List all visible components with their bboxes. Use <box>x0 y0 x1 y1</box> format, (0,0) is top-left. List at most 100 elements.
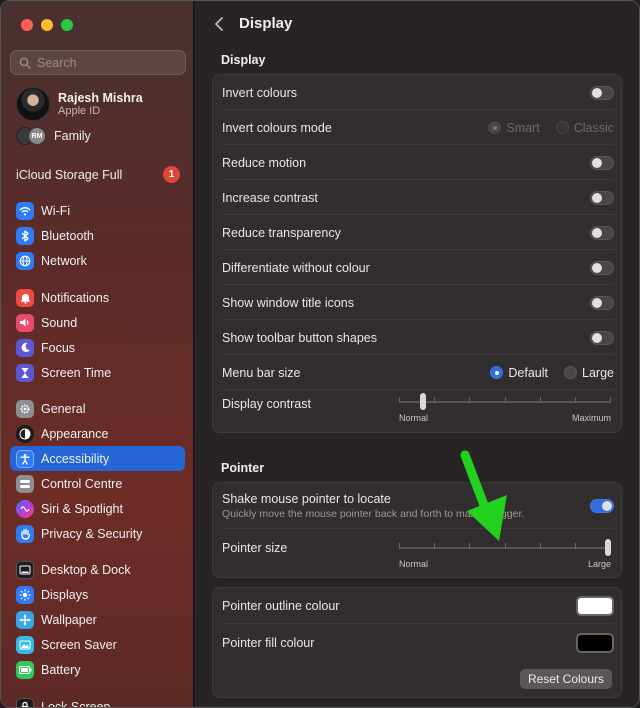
minimize-window-button[interactable] <box>41 19 53 31</box>
row-label: Show toolbar button shapes <box>222 330 377 345</box>
differentiate-without-colour-toggle[interactable] <box>590 260 614 275</box>
radio-indicator <box>490 366 504 379</box>
sidebar-item-displays[interactable]: Displays <box>10 582 185 607</box>
settings-window: Rajesh Mishra Apple ID RM Family iCloud … <box>0 0 640 708</box>
row-label: Display contrast <box>222 397 311 411</box>
sidebar-item-label: Privacy & Security <box>41 526 143 541</box>
toolbar: Display <box>213 15 292 32</box>
show-toolbar-button-shapes-row: Show toolbar button shapes <box>213 320 623 355</box>
avatar <box>16 87 50 121</box>
sidebar-item-focus[interactable]: Focus <box>10 335 185 360</box>
sidebar-item-label: Battery <box>41 662 81 677</box>
apple-id-profile[interactable]: Rajesh Mishra Apple ID <box>16 87 143 121</box>
slider-tick <box>469 397 470 403</box>
close-window-button[interactable] <box>21 19 33 31</box>
slider-thumb[interactable] <box>420 393 426 410</box>
sidebar-item-label: Displays <box>41 587 89 602</box>
outline-colour-well[interactable] <box>576 596 614 616</box>
sidebar-item-network[interactable]: Network <box>10 248 185 273</box>
row-label: Differentiate without colour <box>222 260 370 275</box>
radio-label: Large <box>582 365 614 380</box>
moon-icon <box>16 338 34 357</box>
sidebar-item-bluetooth[interactable]: Bluetooth <box>10 223 185 248</box>
reduce-motion-toggle[interactable] <box>590 155 614 170</box>
radio-default[interactable]: Default <box>490 366 548 380</box>
reduce-motion-row: Reduce motion <box>213 145 623 180</box>
invert-colours-toggle[interactable] <box>590 85 614 100</box>
reset-colours-button[interactable]: Reset Colours <box>519 669 612 689</box>
sidebar-item-label: Siri & Spotlight <box>41 501 123 516</box>
sidebar-item-label: Accessibility <box>41 451 110 466</box>
menu-bar-size-row: Menu bar size Default Large <box>213 355 623 390</box>
speaker-icon <box>16 313 34 332</box>
pointer-section-title: Pointer <box>221 461 265 475</box>
slider-tick <box>434 397 435 403</box>
slider-thumb[interactable] <box>605 539 611 556</box>
sidebar: Rajesh Mishra Apple ID RM Family iCloud … <box>1 1 194 707</box>
sun-icon <box>16 585 34 604</box>
bell-icon <box>16 288 34 307</box>
sidebar-item-lock-screen[interactable]: Lock Screen <box>10 694 185 707</box>
slider-tick <box>434 543 435 549</box>
slider-tick <box>540 543 541 549</box>
search-field[interactable] <box>10 50 186 75</box>
sidebar-item-screen-time[interactable]: Screen Time <box>10 360 185 385</box>
slider-tick <box>505 397 506 403</box>
main-pane: Display Display Invert colours Invert co… <box>195 1 639 707</box>
sidebar-item-appearance[interactable]: Appearance <box>10 421 185 446</box>
maximize-window-button[interactable] <box>61 19 73 31</box>
sidebar-item-screen-saver[interactable]: Screen Saver <box>10 632 185 657</box>
sidebar-item-wallpaper[interactable]: Wallpaper <box>10 607 185 632</box>
row-label: Reduce motion <box>222 155 307 170</box>
slider-min-label: Normal <box>399 559 429 569</box>
row-description: Quickly move the mouse pointer back and … <box>222 508 525 520</box>
slider-tick <box>399 397 400 403</box>
shake-pointer-toggle[interactable] <box>590 499 614 513</box>
sidebar-item-desktop-dock[interactable]: Desktop & Dock <box>10 557 185 582</box>
pointer-size-slider[interactable]: Normal Large <box>399 539 611 573</box>
display-section-title: Display <box>221 53 266 67</box>
shake-pointer-row: Shake mouse pointer to locate Quickly mo… <box>213 483 623 529</box>
search-input[interactable] <box>37 55 177 70</box>
fill-colour-well[interactable] <box>576 633 614 653</box>
pointer-outline-colour-row: Pointer outline colour <box>213 588 623 624</box>
radio-classic[interactable]: Classic <box>555 121 614 135</box>
radio-smart[interactable]: Smart <box>488 121 540 135</box>
sidebar-item-label: Control Centre <box>41 476 123 491</box>
show-window-title-icons-toggle[interactable] <box>590 295 614 310</box>
row-label: Shake mouse pointer to locate <box>222 492 391 506</box>
sidebar-item-privacy-security[interactable]: Privacy & Security <box>10 521 185 546</box>
wallpaper-icon <box>16 610 34 629</box>
menu-bar-size-radio-group: Default Large <box>490 366 614 380</box>
family-item[interactable]: RM Family <box>16 127 91 145</box>
display-contrast-slider[interactable]: Normal Maximum <box>399 393 611 427</box>
sidebar-item-siri-spotlight[interactable]: Siri & Spotlight <box>10 496 185 521</box>
sidebar-item-general[interactable]: General <box>10 396 185 421</box>
sidebar-item-label: General <box>41 401 86 416</box>
show-toolbar-button-shapes-toggle[interactable] <box>590 330 614 345</box>
sidebar-item-accessibility[interactable]: Accessibility <box>10 446 185 471</box>
sidebar-item-label: Desktop & Dock <box>41 562 131 577</box>
back-chevron-icon[interactable] <box>213 16 225 32</box>
radio-large[interactable]: Large <box>564 366 614 380</box>
sidebar-item-label: Network <box>41 253 87 268</box>
sidebar-item-label: Notifications <box>41 290 110 305</box>
sidebar-item-wifi[interactable]: Wi-Fi <box>10 198 185 223</box>
increase-contrast-toggle[interactable] <box>590 190 614 205</box>
sidebar-item-battery[interactable]: Battery <box>10 657 185 682</box>
slider-tick <box>610 397 611 403</box>
sidebar-item-sound[interactable]: Sound <box>10 310 185 335</box>
sidebar-item-control-centre[interactable]: Control Centre <box>10 471 185 496</box>
dock-icon <box>16 560 34 579</box>
slider-tick <box>469 543 470 549</box>
row-label: Reduce transparency <box>222 225 341 240</box>
sidebar-item-notifications[interactable]: Notifications <box>10 285 185 310</box>
sidebar-item-label: Focus <box>41 340 76 355</box>
window-controls <box>21 19 73 31</box>
sidebar-item-label: Wi-Fi <box>41 203 71 218</box>
gear-icon <box>16 399 34 418</box>
row-label: Pointer outline colour <box>222 599 340 613</box>
reduce-transparency-toggle[interactable] <box>590 225 614 240</box>
slider-max-label: Large <box>587 559 611 569</box>
icloud-storage-item[interactable]: iCloud Storage Full 1 <box>16 166 180 183</box>
